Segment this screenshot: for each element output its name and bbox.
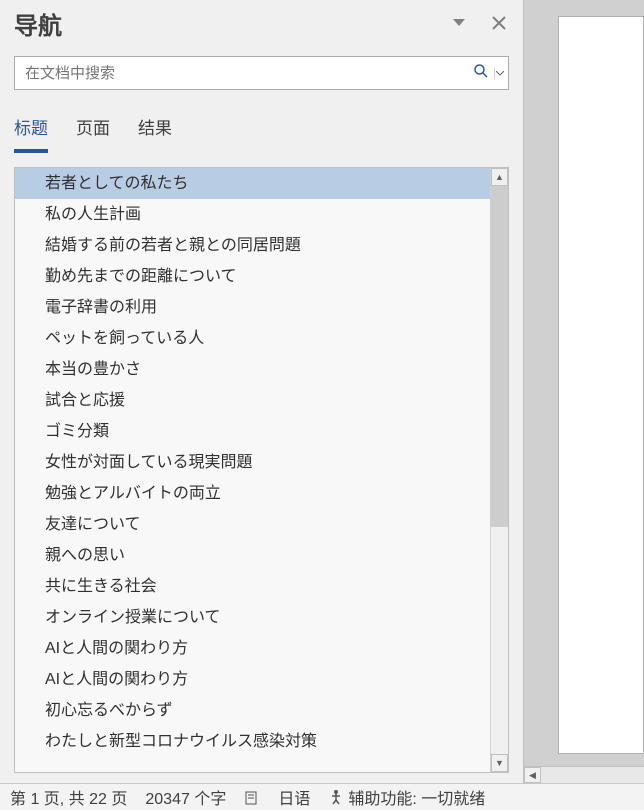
heading-item[interactable]: 友達について [15, 509, 490, 540]
headings-list: 若者としての私たち私の人生計画結婚する前の若者と親との同居問題勤め先までの距離に… [15, 168, 490, 772]
horizontal-scrollbar: ◀ [524, 766, 644, 783]
heading-item[interactable]: AIと人間の関わり方 [15, 664, 490, 695]
tab-headings[interactable]: 标题 [14, 114, 48, 153]
heading-item[interactable]: 女性が対面している現実問題 [15, 447, 490, 478]
panel-options-dropdown[interactable] [449, 13, 469, 33]
heading-item[interactable]: 私の人生計画 [15, 199, 490, 230]
close-panel-button[interactable] [489, 13, 509, 33]
search-wrap [0, 46, 523, 100]
search-input[interactable] [15, 59, 468, 88]
heading-item[interactable]: 電子辞書の利用 [15, 292, 490, 323]
language-status[interactable]: 日语 [278, 785, 310, 809]
scroll-track[interactable] [491, 186, 508, 754]
tab-pages[interactable]: 页面 [76, 114, 110, 153]
nav-title: 导航 [14, 6, 429, 41]
document-page[interactable] [558, 16, 644, 754]
heading-item[interactable]: 初心忘るべからず [15, 695, 490, 726]
page-count-status[interactable]: 第 1 页, 共 22 页 [10, 785, 127, 809]
heading-item[interactable]: 勉強とアルバイトの両立 [15, 478, 490, 509]
vertical-scrollbar: ▲ ▼ [490, 168, 508, 772]
proofing-icon [244, 789, 260, 805]
heading-item[interactable]: 試合と応援 [15, 385, 490, 416]
nav-tabs: 标题 页面 结果 [0, 100, 523, 153]
proofing-status[interactable] [244, 789, 260, 805]
heading-item[interactable]: 勤め先までの距離について [15, 261, 490, 292]
accessibility-label: 辅助功能: 一切就绪 [348, 785, 485, 809]
nav-header: 导航 [0, 0, 523, 46]
status-bar: 第 1 页, 共 22 页 20347 个字 日语 辅助功能: 一切就绪 [0, 783, 644, 810]
search-icon[interactable] [468, 64, 494, 82]
h-scroll-track[interactable] [541, 767, 644, 783]
heading-item[interactable]: 若者としての私たち [15, 168, 490, 199]
tab-results[interactable]: 结果 [138, 114, 172, 153]
heading-item[interactable]: わたしと新型コロナウイルス感染対策 [15, 726, 490, 757]
search-options-dropdown[interactable] [494, 68, 508, 79]
accessibility-icon [328, 789, 344, 805]
word-count-status[interactable]: 20347 个字 [145, 785, 226, 809]
scroll-thumb[interactable] [491, 186, 508, 527]
heading-item[interactable]: ゴミ分類 [15, 416, 490, 447]
heading-item[interactable]: AIと人間の関わり方 [15, 633, 490, 664]
heading-item[interactable]: 共に生きる社会 [15, 571, 490, 602]
heading-item[interactable]: 親への思い [15, 540, 490, 571]
scroll-down-button[interactable]: ▼ [491, 754, 508, 772]
navigation-panel: 导航 标题 页面 结果 若者としての私たち私の人生計画結婚する前の若者と親との同… [0, 0, 524, 783]
heading-item[interactable]: オンライン授業について [15, 602, 490, 633]
h-scroll-left-button[interactable]: ◀ [524, 767, 541, 783]
scroll-up-button[interactable]: ▲ [491, 168, 508, 186]
heading-item[interactable]: ペットを飼っている人 [15, 323, 490, 354]
heading-item[interactable]: 本当の豊かさ [15, 354, 490, 385]
document-area [524, 0, 644, 783]
headings-container: 若者としての私たち私の人生計画結婚する前の若者と親との同居問題勤め先までの距離に… [14, 167, 509, 773]
heading-item[interactable]: 結婚する前の若者と親との同居問題 [15, 230, 490, 261]
search-box [14, 56, 509, 90]
accessibility-status[interactable]: 辅助功能: 一切就绪 [328, 785, 485, 809]
